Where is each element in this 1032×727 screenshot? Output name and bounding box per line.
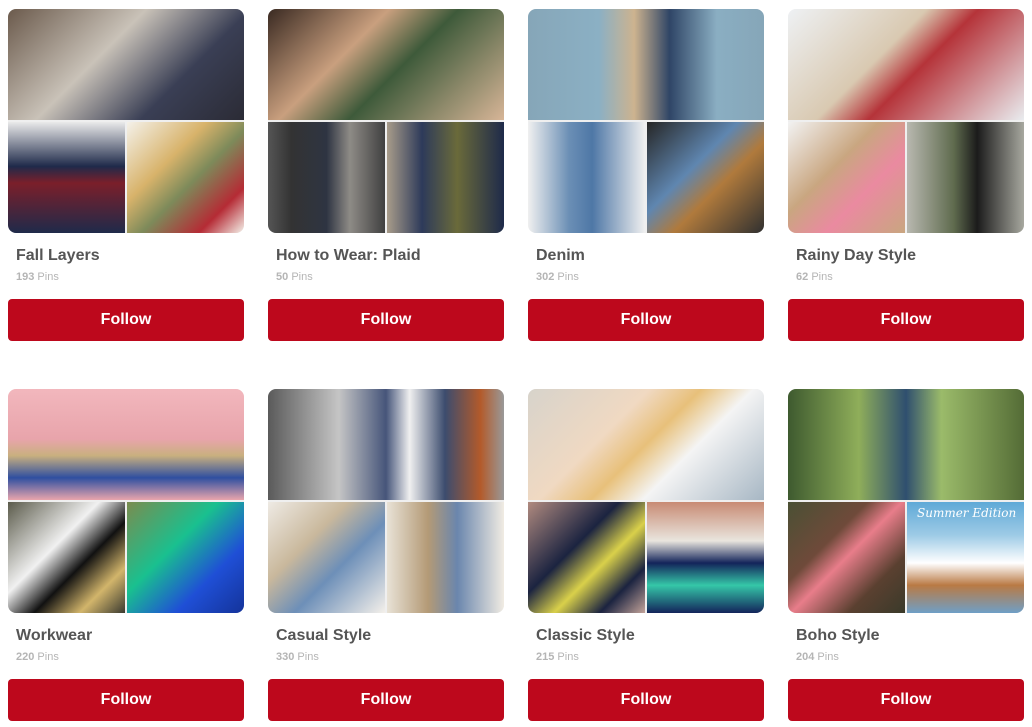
board-card: Workwear 220 Pins Follow xyxy=(8,389,244,721)
cover-image-left xyxy=(268,122,385,233)
board-card: Casual Style 330 Pins Follow xyxy=(268,389,504,721)
pin-count-label: Pins xyxy=(37,271,59,283)
cover-image-left xyxy=(528,502,645,613)
pin-count-label: Pins xyxy=(817,651,839,663)
pin-count-label: Pins xyxy=(557,271,579,283)
follow-button[interactable]: Follow xyxy=(268,679,504,721)
board-cover[interactable] xyxy=(268,389,504,613)
board-pin-count: 50 Pins xyxy=(276,271,313,283)
board-title[interactable]: Rainy Day Style xyxy=(796,247,916,265)
pin-count-value: 220 xyxy=(16,651,35,663)
board-title[interactable]: Fall Layers xyxy=(16,247,100,265)
board-cover[interactable] xyxy=(268,9,504,233)
cover-image-main xyxy=(788,9,1024,120)
follow-button[interactable]: Follow xyxy=(788,679,1024,721)
cover-image-left xyxy=(8,502,125,613)
board-card: How to Wear: Plaid 50 Pins Follow xyxy=(268,9,504,341)
cover-image-main xyxy=(8,389,244,500)
board-title[interactable]: Casual Style xyxy=(276,627,371,645)
follow-button[interactable]: Follow xyxy=(788,299,1024,341)
cover-image-right xyxy=(647,122,764,233)
board-pin-count: 193 Pins xyxy=(16,271,59,283)
pin-count-value: 204 xyxy=(796,651,815,663)
pin-count-value: 330 xyxy=(276,651,295,663)
pin-count-value: 193 xyxy=(16,271,35,283)
cover-image-main xyxy=(788,389,1024,500)
pin-count-label: Pins xyxy=(557,651,579,663)
cover-image-right xyxy=(907,122,1024,233)
pin-count-label: Pins xyxy=(291,271,313,283)
pin-count-value: 50 xyxy=(276,271,289,283)
cover-image-main xyxy=(8,9,244,120)
cover-image-right xyxy=(387,502,504,613)
board-pin-count: 220 Pins xyxy=(16,651,59,663)
cover-image-main xyxy=(268,389,504,500)
board-title[interactable]: How to Wear: Plaid xyxy=(276,247,421,265)
cover-image-right xyxy=(387,122,504,233)
follow-button[interactable]: Follow xyxy=(528,299,764,341)
pin-count-label: Pins xyxy=(297,651,319,663)
board-grid: Fall Layers 193 Pins Follow How to Wear:… xyxy=(0,0,1032,727)
board-pin-count: 215 Pins xyxy=(536,651,579,663)
board-card: Classic Style 215 Pins Follow xyxy=(528,389,764,721)
pin-count-value: 215 xyxy=(536,651,555,663)
cover-image-main xyxy=(268,9,504,120)
cover-image-left xyxy=(788,502,905,613)
cover-image-right xyxy=(127,122,244,233)
board-card: Fall Layers 193 Pins Follow xyxy=(8,9,244,341)
cover-image-main xyxy=(528,9,764,120)
board-card: Denim 302 Pins Follow xyxy=(528,9,764,341)
board-title[interactable]: Classic Style xyxy=(536,627,635,645)
pin-count-label: Pins xyxy=(37,651,59,663)
follow-button[interactable]: Follow xyxy=(8,299,244,341)
cover-image-left xyxy=(8,122,125,233)
follow-button[interactable]: Follow xyxy=(528,679,764,721)
board-title[interactable]: Denim xyxy=(536,247,585,265)
pin-count-value: 302 xyxy=(536,271,555,283)
board-pin-count: 204 Pins xyxy=(796,651,839,663)
follow-button[interactable]: Follow xyxy=(268,299,504,341)
pin-count-label: Pins xyxy=(811,271,833,283)
cover-image-left xyxy=(268,502,385,613)
follow-button[interactable]: Follow xyxy=(8,679,244,721)
board-cover[interactable] xyxy=(788,9,1024,233)
pin-count-value: 62 xyxy=(796,271,809,283)
board-title[interactable]: Workwear xyxy=(16,627,92,645)
board-title[interactable]: Boho Style xyxy=(796,627,880,645)
board-cover[interactable]: Summer Edition xyxy=(788,389,1024,613)
cover-image-main xyxy=(528,389,764,500)
board-cover[interactable] xyxy=(528,389,764,613)
board-pin-count: 302 Pins xyxy=(536,271,579,283)
board-card: Summer Edition Boho Style 204 Pins Follo… xyxy=(788,389,1024,721)
board-cover[interactable] xyxy=(528,9,764,233)
board-cover[interactable] xyxy=(8,389,244,613)
board-cover[interactable] xyxy=(8,9,244,233)
board-pin-count: 62 Pins xyxy=(796,271,833,283)
cover-image-right xyxy=(647,502,764,613)
cover-image-left xyxy=(528,122,645,233)
cover-image-right xyxy=(127,502,244,613)
board-card: Rainy Day Style 62 Pins Follow xyxy=(788,9,1024,341)
cover-image-right: Summer Edition xyxy=(907,502,1024,613)
cover-overlay-text: Summer Edition xyxy=(917,506,1017,520)
board-pin-count: 330 Pins xyxy=(276,651,319,663)
cover-image-left xyxy=(788,122,905,233)
